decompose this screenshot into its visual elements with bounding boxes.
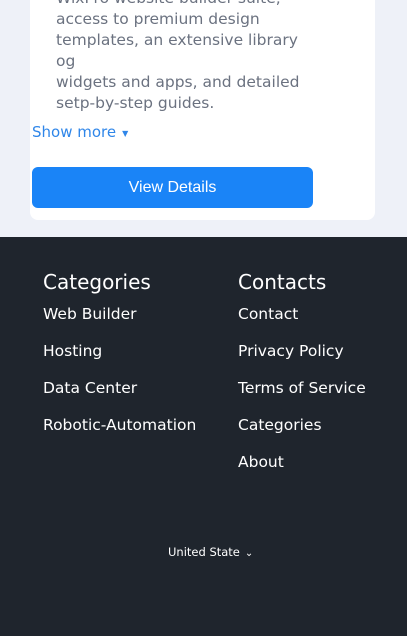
footer-link-contact[interactable]: Contact	[238, 303, 366, 340]
product-description: WixPro website builder suite, access to …	[56, 0, 318, 114]
chevron-down-icon: ⌄	[244, 548, 254, 559]
footer-link-about[interactable]: About	[238, 451, 366, 488]
footer-link-privacy-policy[interactable]: Privacy Policy	[238, 340, 366, 377]
footer-link-robotic-automation[interactable]: Robotic-Automation	[43, 414, 196, 451]
footer-link-web-builder[interactable]: Web Builder	[43, 303, 196, 340]
footer-link-data-center[interactable]: Data Center	[43, 377, 196, 414]
description-line: access to premium design	[56, 10, 260, 28]
region-selector[interactable]: United State ⌄	[168, 544, 254, 560]
description-line: templates, an extensive library og	[56, 31, 298, 70]
site-footer: Categories Web Builder Hosting Data Cent…	[0, 237, 407, 636]
region-label: United State	[168, 544, 240, 559]
view-details-button[interactable]: View Details	[32, 167, 313, 208]
footer-categories: Categories Web Builder Hosting Data Cent…	[43, 267, 196, 451]
contacts-list: Contact Privacy Policy Terms of Service …	[238, 303, 366, 488]
description-line: setp-by-step guides.	[56, 94, 215, 112]
footer-contacts: Contacts Contact Privacy Policy Terms of…	[238, 267, 366, 488]
footer-link-categories[interactable]: Categories	[238, 414, 366, 451]
description-line: widgets and apps, and detailed	[56, 73, 300, 91]
footer-link-hosting[interactable]: Hosting	[43, 340, 196, 377]
show-more-label: Show more	[32, 123, 117, 141]
contacts-heading: Contacts	[238, 270, 327, 294]
footer-link-terms-of-service[interactable]: Terms of Service	[238, 377, 366, 414]
description-line: WixPro website builder suite,	[56, 0, 318, 9]
categories-heading: Categories	[43, 270, 151, 294]
chevron-down-icon: ▼	[122, 128, 129, 138]
categories-list: Web Builder Hosting Data Center Robotic-…	[43, 303, 196, 451]
show-more-link[interactable]: Show more ▼	[32, 123, 128, 141]
